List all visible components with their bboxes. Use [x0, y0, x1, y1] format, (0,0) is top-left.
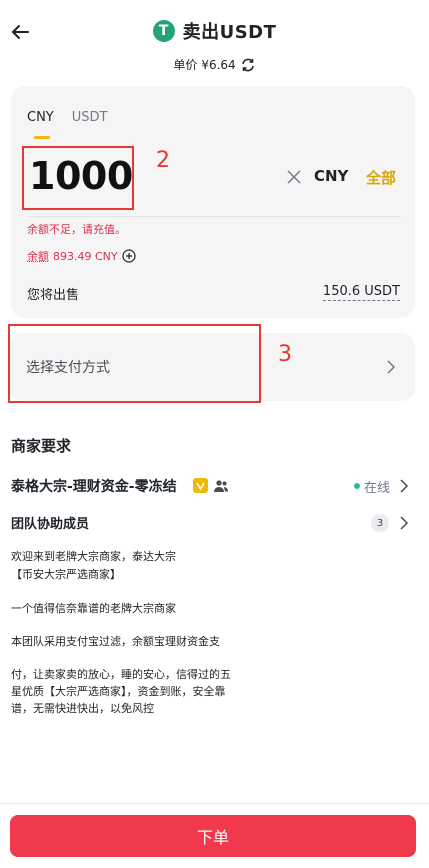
annotation-3: 3 [278, 342, 292, 367]
all-button[interactable]: 全部 [366, 167, 396, 188]
payment-method-selector[interactable]: 选择支付方式 [8, 324, 415, 403]
add-funds-icon[interactable] [122, 249, 136, 263]
team-members-label: 团队协助成员 [11, 517, 90, 532]
currency-unit: CNY [314, 167, 349, 185]
place-order-button[interactable]: 下单 [10, 815, 416, 857]
online-status-dot [354, 483, 360, 489]
refresh-icon[interactable] [240, 57, 256, 73]
merchant-requirements-heading: 商家要求 [11, 437, 72, 455]
team-users-icon [214, 480, 228, 492]
balance-label: 余额 [27, 250, 49, 263]
team-members-row[interactable]: 团队协助成员 3 [11, 512, 411, 534]
price-label: 单价 [173, 58, 198, 72]
chevron-right-icon [400, 479, 409, 493]
price-value: ¥6.64 [201, 57, 236, 72]
verified-badge-icon [193, 478, 208, 493]
chevron-right-icon [400, 516, 409, 530]
tab-usdt[interactable]: USDT [72, 110, 108, 125]
clear-icon[interactable] [285, 168, 303, 186]
amount-input[interactable]: 1000 [29, 154, 133, 198]
description-line: 【币安大宗严选商家】 [11, 568, 121, 581]
active-tab-indicator [34, 136, 50, 139]
sell-amount: 150.6 USDT [322, 284, 400, 301]
page-title: 卖出USDT [182, 22, 277, 43]
description-line: 付，让卖家卖的放心，睡的安心，信得过的五 [11, 668, 231, 681]
tab-cny[interactable]: CNY [27, 110, 54, 125]
insufficient-balance-error: 余额不足，请充值。 [27, 223, 126, 236]
description-line: 本团队采用支付宝过滤，余额宝理财资金支 [11, 635, 220, 648]
sell-label: 您将出售 [27, 288, 80, 303]
merchant-name: 泰格大宗-理财资金-零冻结 [11, 479, 177, 495]
annotation-2: 2 [156, 148, 170, 173]
description-line: 星优质【大宗严选商家】，资金到账，安全靠 [11, 685, 226, 698]
footer-divider [0, 803, 429, 804]
balance-value: 893.49 CNY [53, 249, 118, 263]
amount-highlight-box: 1000 [22, 146, 134, 210]
divider [27, 216, 401, 217]
usdt-logo-icon: T [152, 20, 175, 42]
description-line: 一个值得信奈靠谱的老牌大宗商家 [11, 602, 176, 615]
description-line: 欢迎来到老牌大宗商家，泰达大宗 [11, 550, 176, 563]
chevron-right-icon [387, 360, 396, 374]
team-count-badge: 3 [371, 514, 389, 532]
amount-card: CNY USDT 1000 2 CNY 全部 余额不足，请充值。 余额 893.… [11, 86, 415, 318]
online-status: 在线 [364, 481, 391, 496]
top-bar: T 卖出USDT 单价 ¥6.64 [0, 0, 429, 72]
merchant-row[interactable]: 泰格大宗-理财资金-零冻结 在线 [11, 476, 411, 496]
payment-method-label: 选择支付方式 [26, 360, 110, 376]
description-line: 谱，无需快进快出，以免风控 [11, 702, 154, 715]
balance-row: 余额 893.49 CNY [27, 248, 136, 264]
